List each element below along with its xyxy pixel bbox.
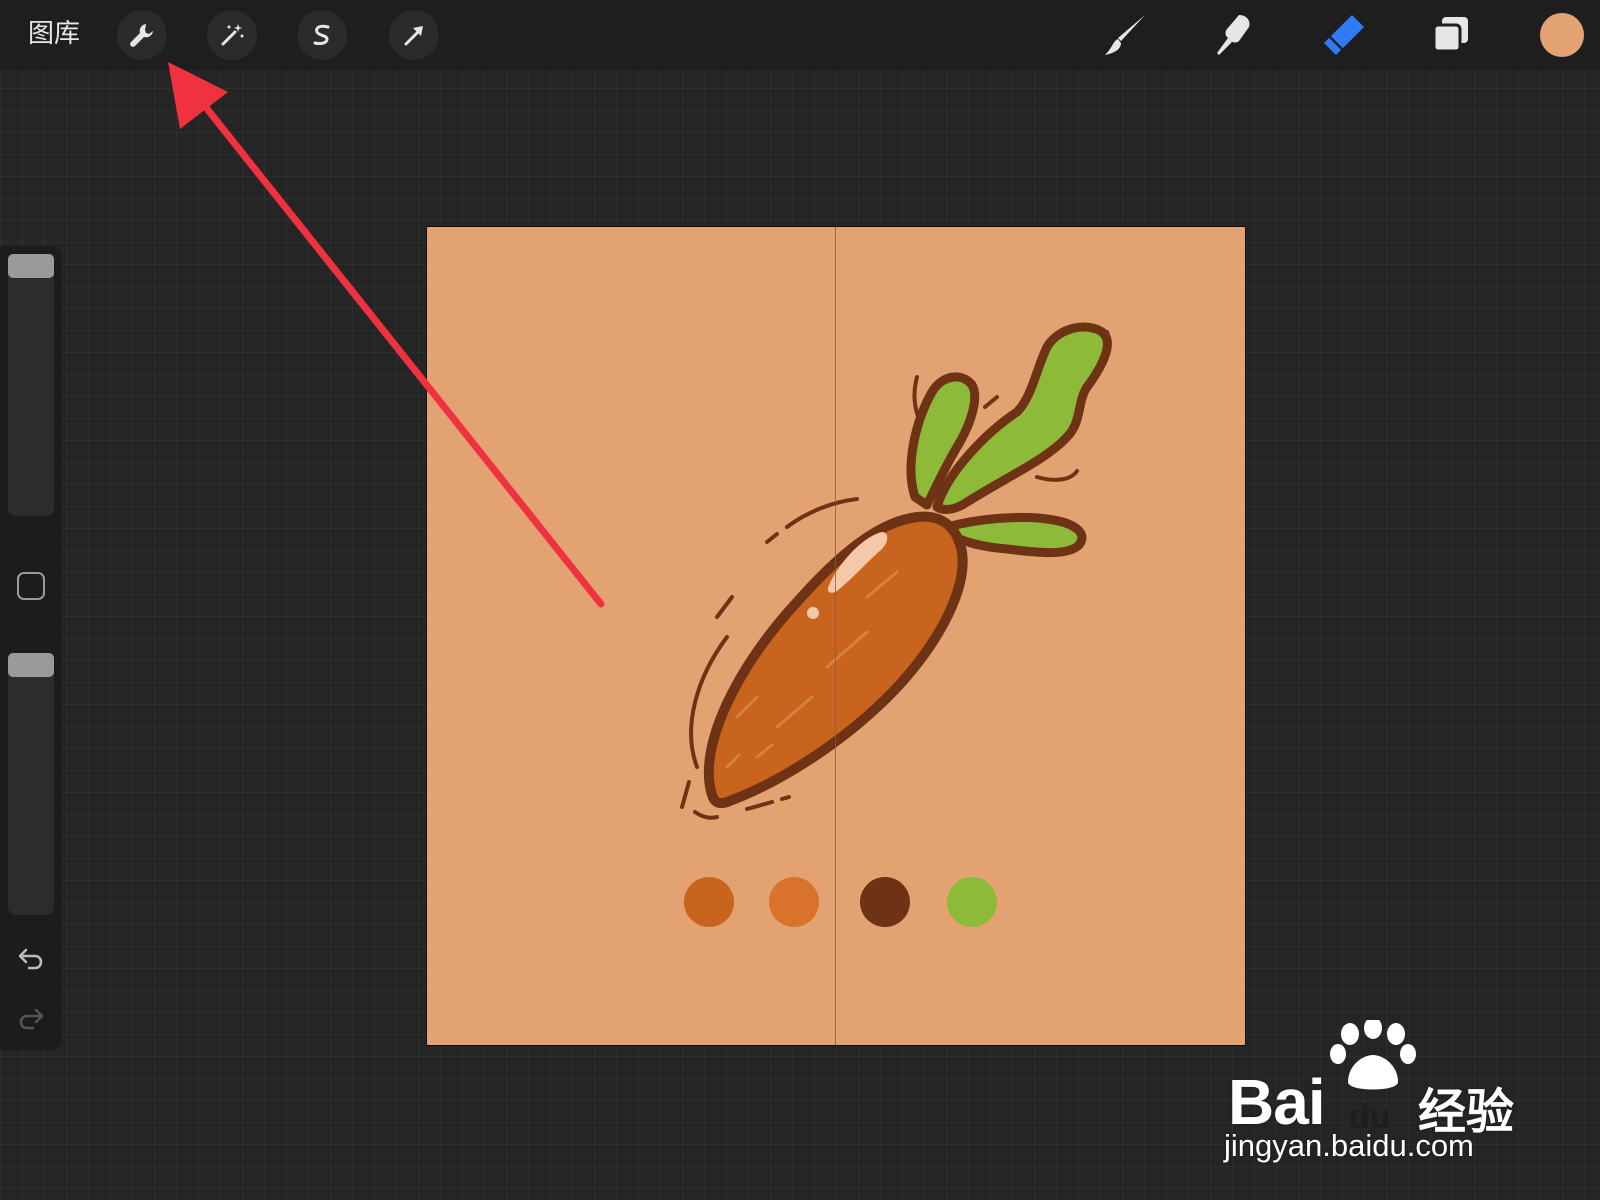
- selection-button[interactable]: [297, 10, 347, 60]
- wrench-icon: [130, 24, 153, 47]
- undo-button[interactable]: [14, 942, 48, 976]
- redo-icon: [19, 1008, 44, 1030]
- undo-icon: [18, 948, 43, 970]
- palette-swatch: [769, 877, 819, 927]
- redo-button[interactable]: [14, 1002, 48, 1036]
- selection-s-icon: [313, 24, 330, 45]
- color-picker-button[interactable]: [1540, 13, 1584, 57]
- watermark-url: jingyan.baidu.com: [1224, 1128, 1474, 1163]
- actions-button[interactable]: [117, 10, 167, 60]
- adjustments-button[interactable]: [207, 10, 257, 60]
- gallery-button[interactable]: 图库: [28, 16, 80, 52]
- transform-button[interactable]: [389, 10, 439, 60]
- paw-logo: [1330, 1020, 1416, 1090]
- opacity-slider-thumb[interactable]: [8, 653, 54, 677]
- baidu-jingyan-watermark: Bai du 经验 jingyan.baidu.com: [1224, 1020, 1528, 1170]
- smudge-icon: [1217, 15, 1250, 55]
- transform-arrow-icon: [404, 26, 423, 46]
- drawing-canvas[interactable]: [427, 227, 1245, 1045]
- symmetry-guide-line: [835, 227, 836, 1045]
- palette-swatch: [684, 877, 734, 927]
- layers-button[interactable]: [1425, 10, 1477, 60]
- palette-swatch: [860, 877, 910, 927]
- carrot-illustration: [680, 322, 1112, 820]
- brush-tool-button[interactable]: [1099, 10, 1151, 60]
- brush-icon: [1105, 15, 1145, 55]
- brush-size-slider[interactable]: [8, 254, 54, 516]
- modify-button[interactable]: [17, 572, 45, 600]
- opacity-slider[interactable]: [8, 653, 54, 915]
- left-sidebar: [0, 246, 62, 1050]
- top-toolbar: 图库: [0, 0, 1600, 70]
- smudge-tool-button[interactable]: [1207, 10, 1259, 60]
- eraser-icon: [1324, 15, 1364, 55]
- brush-size-slider-thumb[interactable]: [8, 254, 54, 278]
- magic-wand-icon: [221, 24, 244, 46]
- layers-icon: [1432, 17, 1468, 53]
- eraser-tool-button[interactable]: [1316, 10, 1368, 60]
- palette-swatch: [947, 877, 997, 927]
